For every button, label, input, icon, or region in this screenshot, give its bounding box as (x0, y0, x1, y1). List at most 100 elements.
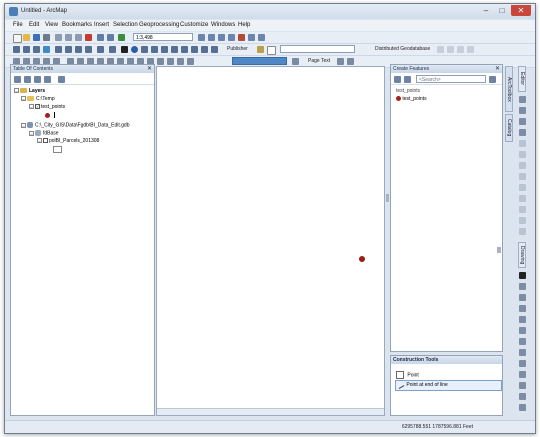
map-horizontal-scrollbar[interactable] (157, 408, 384, 415)
model-builder-icon[interactable] (258, 34, 265, 41)
group-by-icon[interactable] (394, 76, 401, 83)
close-icon[interactable]: ✕ (511, 5, 531, 16)
cut-icon[interactable] (55, 34, 62, 41)
layer-visibility-checkbox[interactable] (43, 138, 48, 144)
menu-edit[interactable]: Edit (29, 22, 39, 28)
bold-icon[interactable] (519, 349, 526, 356)
find-route-icon[interactable] (181, 46, 188, 53)
rotate-element-icon[interactable] (519, 283, 526, 290)
underline-icon[interactable] (519, 371, 526, 378)
toc-window-icon[interactable] (208, 34, 215, 41)
zoom-in-icon[interactable] (13, 46, 20, 53)
gdb-row[interactable]: – C:\_City_GIS\Data\Fgdb\BI_Data_Edit.gdb (21, 122, 130, 128)
copy-icon[interactable] (65, 34, 72, 41)
attributes-icon[interactable] (519, 217, 526, 224)
select-elements-icon[interactable] (121, 46, 128, 53)
line-color-icon[interactable] (519, 404, 526, 411)
edit-tool-icon[interactable] (519, 96, 526, 103)
font-size-icon[interactable] (519, 338, 526, 345)
text-style-icon[interactable] (347, 58, 354, 65)
undo-icon[interactable] (97, 34, 104, 41)
select-features-icon[interactable] (97, 46, 104, 53)
list-by-drawing-order-icon[interactable] (14, 76, 21, 83)
trace-icon[interactable] (519, 140, 526, 147)
template-search-input[interactable]: <Search> (416, 75, 486, 83)
font-color-icon[interactable] (519, 382, 526, 389)
layer-symbol-row[interactable] (53, 146, 62, 153)
construction-tool-point-at-end[interactable]: Point at end of line (395, 380, 502, 391)
layer-symbol-row[interactable] (45, 112, 56, 118)
expander-icon[interactable]: – (37, 138, 42, 144)
add-data-icon[interactable] (118, 34, 125, 41)
go-to-xy-icon[interactable] (191, 46, 198, 53)
menu-windows[interactable]: Windows (211, 22, 235, 28)
export-changes-icon[interactable] (457, 46, 464, 53)
menu-geoprocessing[interactable]: Geoprocessing (139, 22, 179, 28)
find-icon[interactable] (171, 46, 178, 53)
maximize-icon[interactable]: □ (495, 5, 509, 16)
import-changes-icon[interactable] (467, 46, 474, 53)
swipe-icon[interactable] (157, 58, 164, 65)
cut-polygons-icon[interactable] (519, 184, 526, 191)
publisher-combo[interactable] (280, 45, 355, 53)
contrast-icon[interactable] (292, 58, 299, 65)
select-elements-tool-icon[interactable] (519, 272, 526, 279)
delete-icon[interactable] (85, 34, 92, 41)
redo-icon[interactable] (107, 34, 114, 41)
transparency-slider[interactable] (232, 57, 287, 65)
folder-row-temp[interactable]: – C:\Temp (21, 96, 55, 102)
text-options-icon[interactable] (337, 58, 344, 65)
menu-file[interactable]: File (13, 22, 23, 28)
print-icon[interactable] (43, 34, 50, 41)
panel-splitter-handle[interactable] (386, 194, 389, 202)
layer-row-parcels[interactable]: – polBI_Parcels_201308 (37, 138, 99, 144)
menu-help[interactable]: Help (238, 22, 250, 28)
edit-vertices-icon[interactable] (519, 162, 526, 169)
expander-icon[interactable]: – (21, 96, 26, 102)
point-symbol-icon[interactable] (45, 112, 50, 118)
list-by-selection-icon[interactable] (44, 76, 51, 83)
end-point-arc-icon[interactable] (519, 129, 526, 136)
italic-icon[interactable] (519, 360, 526, 367)
full-extent-icon[interactable] (43, 46, 50, 53)
zoom-to-selected-icon[interactable] (519, 294, 526, 301)
pan-icon[interactable] (33, 46, 40, 53)
filter-icon[interactable] (404, 76, 411, 83)
identify-icon[interactable] (131, 46, 138, 53)
python-window-icon[interactable] (248, 34, 255, 41)
publisher-icon[interactable] (257, 46, 264, 53)
create-viewer-icon[interactable] (211, 46, 218, 53)
time-slider-icon[interactable] (201, 46, 208, 53)
page-text-dropdown[interactable]: Page Text (308, 58, 330, 64)
create-features-close-icon[interactable]: ✕ (495, 65, 500, 73)
adjust-transparency-icon[interactable] (187, 58, 194, 65)
template-item[interactable]: test_points (396, 96, 427, 102)
drawing-toolbar-label[interactable]: Drawing (518, 242, 526, 268)
fill-color-icon[interactable] (519, 393, 526, 400)
editor-toolbar-icon[interactable] (198, 34, 205, 41)
split-icon[interactable] (519, 195, 526, 202)
catalog-tab[interactable]: Catalog (505, 114, 513, 142)
html-popup-icon[interactable] (151, 46, 158, 53)
expander-icon[interactable]: – (29, 130, 34, 136)
list-by-visibility-icon[interactable] (34, 76, 41, 83)
straight-segment-icon[interactable] (519, 118, 526, 125)
distributed-geodatabase-label[interactable]: Distributed Geodatabase (375, 46, 430, 52)
fixed-zoom-in-icon[interactable] (55, 46, 62, 53)
expander-icon[interactable]: – (14, 88, 19, 94)
menu-customize[interactable]: Customize (180, 22, 208, 28)
paste-icon[interactable] (75, 34, 82, 41)
forward-extent-icon[interactable] (85, 46, 92, 53)
arctoolbox-tab[interactable]: ArcToolbox (505, 66, 513, 112)
map-point-feature[interactable] (359, 256, 365, 262)
menu-bookmarks[interactable]: Bookmarks (62, 22, 92, 28)
flicker-icon[interactable] (167, 58, 174, 65)
layers-row[interactable]: – Layers (14, 88, 45, 94)
panel-splitter-handle[interactable] (497, 247, 501, 253)
edit-annotation-icon[interactable] (519, 107, 526, 114)
rectangle-icon[interactable] (519, 305, 526, 312)
layer-visibility-checkbox[interactable]: ✓ (35, 104, 40, 110)
measure-icon[interactable] (161, 46, 168, 53)
organize-templates-icon[interactable] (489, 76, 496, 83)
reshape-icon[interactable] (519, 173, 526, 180)
